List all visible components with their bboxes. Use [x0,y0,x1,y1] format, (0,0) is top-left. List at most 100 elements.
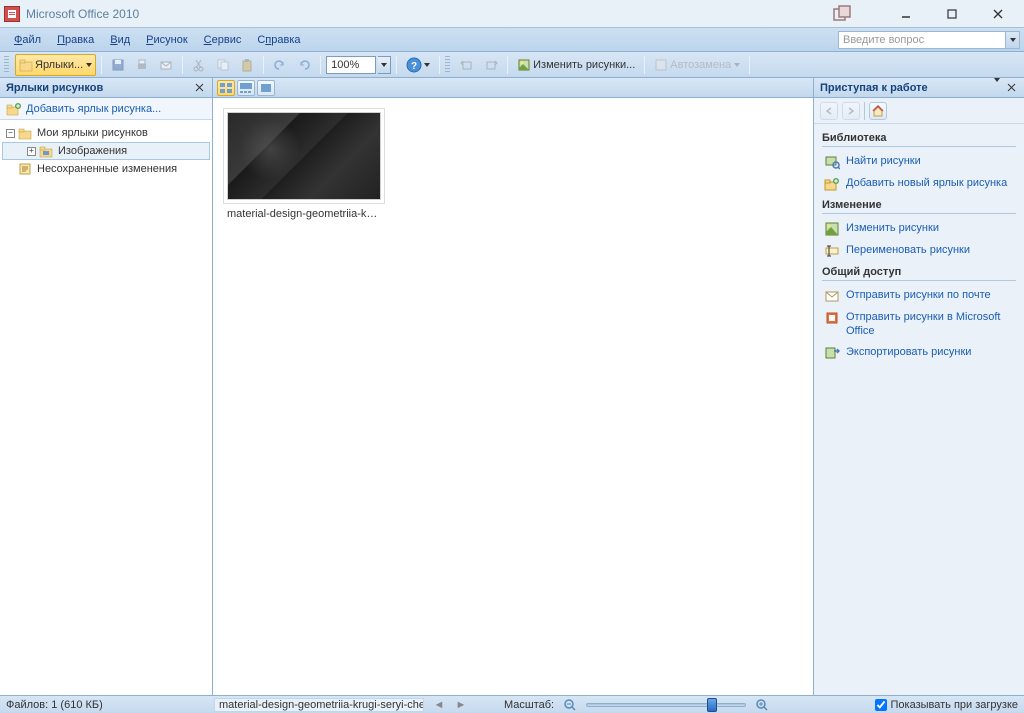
help-search-dropdown[interactable] [1006,31,1020,49]
task-link-label: Отправить рисунки в Microsoft Office [846,310,1014,339]
task-link-label: Изменить рисунки [846,221,939,235]
filmstrip-view-button[interactable] [237,80,255,96]
thumbnails-view-button[interactable] [217,80,235,96]
zoom-slider[interactable] [586,703,746,707]
status-prev-button[interactable]: ◄ [432,698,446,712]
single-view-button[interactable] [257,80,275,96]
zoom-out-button[interactable] [562,697,578,713]
shortcuts-pane-close[interactable] [192,81,206,95]
document-windows-icon[interactable] [831,4,853,24]
add-shortcut-link[interactable]: Добавить ярлык рисунка... [26,103,161,115]
autocorrect-button[interactable]: Автозамена [650,54,744,76]
add-shortcut-row: Добавить ярлык рисунка... [0,98,212,120]
mail-button[interactable] [155,54,177,76]
shortcuts-button[interactable]: Ярлыки... [15,54,96,76]
menu-tools[interactable]: Сервис [196,28,250,51]
shortcuts-pane: Ярлыки рисунков Добавить ярлык рисунка..… [0,78,213,695]
task-pane-title: Приступая к работе [820,82,994,94]
window-title: Microsoft Office 2010 [26,7,831,21]
zoom-dropdown[interactable] [378,56,391,74]
statusbar: Файлов: 1 (610 КБ) material-design-geome… [0,695,1024,713]
menu-view[interactable]: Вид [102,28,138,51]
zoom-label: Масштаб: [504,699,554,711]
status-file-count: Файлов: 1 (610 КБ) [6,699,206,711]
toolbar-grip[interactable] [4,56,9,74]
status-current-file: material-design-geometriia-krugi-seryi-c… [214,698,424,712]
redo-button[interactable] [293,54,315,76]
edit-pictures-button[interactable]: Изменить рисунки... [513,54,639,76]
task-link[interactable]: Экспортировать рисунки [822,342,1016,364]
task-link-label: Найти рисунки [846,154,921,168]
task-pane-menu[interactable] [994,82,1000,94]
menu-picture[interactable]: Рисунок [138,28,196,51]
task-link[interactable]: Изменить рисунки [822,218,1016,240]
thumbnails-area[interactable]: material-design-geometriia-krugi-... [213,98,813,695]
cut-button[interactable] [188,54,210,76]
app-icon [4,6,20,22]
task-link-label: Добавить новый ярлык рисунка [846,176,1007,190]
rename-icon [824,243,840,259]
task-link[interactable]: Найти рисунки [822,151,1016,173]
print-button[interactable] [131,54,153,76]
view-toolbar [213,78,813,98]
task-link-label: Экспортировать рисунки [846,345,971,359]
task-link[interactable]: Отправить рисунки в Microsoft Office [822,307,1016,342]
status-next-button[interactable]: ► [454,698,468,712]
task-pane-close[interactable] [1004,81,1018,95]
tree-node-my-shortcuts[interactable]: − Мои ярлыки рисунков [2,124,210,142]
thumbnail-caption: material-design-geometriia-krugi-... [227,208,381,220]
thumbnail-item[interactable]: material-design-geometriia-krugi-... [227,112,381,220]
tree-node-images[interactable]: + Изображения [2,142,210,160]
tree-node-unsaved[interactable]: Несохраненные изменения [2,160,210,178]
add-folder-icon [6,102,22,116]
edit-picture-icon [824,221,840,237]
expand-icon[interactable]: − [6,129,15,138]
zoom-value[interactable]: 100% [326,56,376,74]
rotate-right-button[interactable] [480,54,502,76]
task-pane-body: Библиотека Найти рисунки Добавить новый яр… [814,124,1024,695]
task-link-label: Отправить рисунки по почте [846,288,991,302]
show-on-load-checkbox[interactable]: Показывать при загрузке [875,699,1018,711]
menu-edit[interactable]: Правка [49,28,102,51]
shortcuts-pane-title: Ярлыки рисунков [6,82,192,94]
show-on-load-input[interactable] [875,699,887,711]
task-section-heading: Библиотека [822,128,1016,147]
task-pane-nav [814,98,1024,124]
close-button[interactable] [975,4,1020,24]
toolbar-grip-2[interactable] [445,56,450,74]
unsaved-icon [18,162,34,176]
task-link[interactable]: Добавить новый ярлык рисунка [822,173,1016,195]
pictures-folder-icon [39,144,55,158]
undo-button[interactable] [269,54,291,76]
task-link[interactable]: Переименовать рисунки [822,240,1016,262]
menu-help[interactable]: Справка [249,28,308,51]
copy-button[interactable] [212,54,234,76]
task-section-heading: Общий доступ [822,262,1016,281]
rotate-left-button[interactable] [456,54,478,76]
mail-icon [824,288,840,304]
zoom-slider-thumb[interactable] [707,698,717,712]
minimize-button[interactable] [883,4,928,24]
shortcuts-pane-header: Ярлыки рисунков [0,78,212,98]
task-pane: Приступая к работе Библиотека Найти рисун… [814,78,1024,695]
task-home-button[interactable] [869,102,887,120]
zoom-in-button[interactable] [754,697,770,713]
search-picture-icon [824,154,840,170]
export-icon [824,345,840,361]
menubar: Файл Правка Вид Рисунок Сервис Справка В… [0,28,1024,52]
save-button[interactable] [107,54,129,76]
help-button[interactable]: ? [402,54,434,76]
task-link[interactable]: Отправить рисунки по почте [822,285,1016,307]
maximize-button[interactable] [929,4,974,24]
shortcuts-tree: − Мои ярлыки рисунков + Изображения Несо… [0,120,212,695]
expand-icon[interactable]: + [27,147,36,156]
titlebar: Microsoft Office 2010 [0,0,1024,28]
paste-button[interactable] [236,54,258,76]
help-search-input[interactable]: Введите вопрос [838,31,1006,49]
task-forward-button[interactable] [842,102,860,120]
menu-file[interactable]: Файл [6,28,49,51]
svg-text:?: ? [411,61,417,72]
thumbnail-image[interactable] [227,112,381,200]
task-back-button[interactable] [820,102,838,120]
standard-toolbar: Ярлыки... 100% ? Изменить рисунки... Авт… [0,52,1024,78]
